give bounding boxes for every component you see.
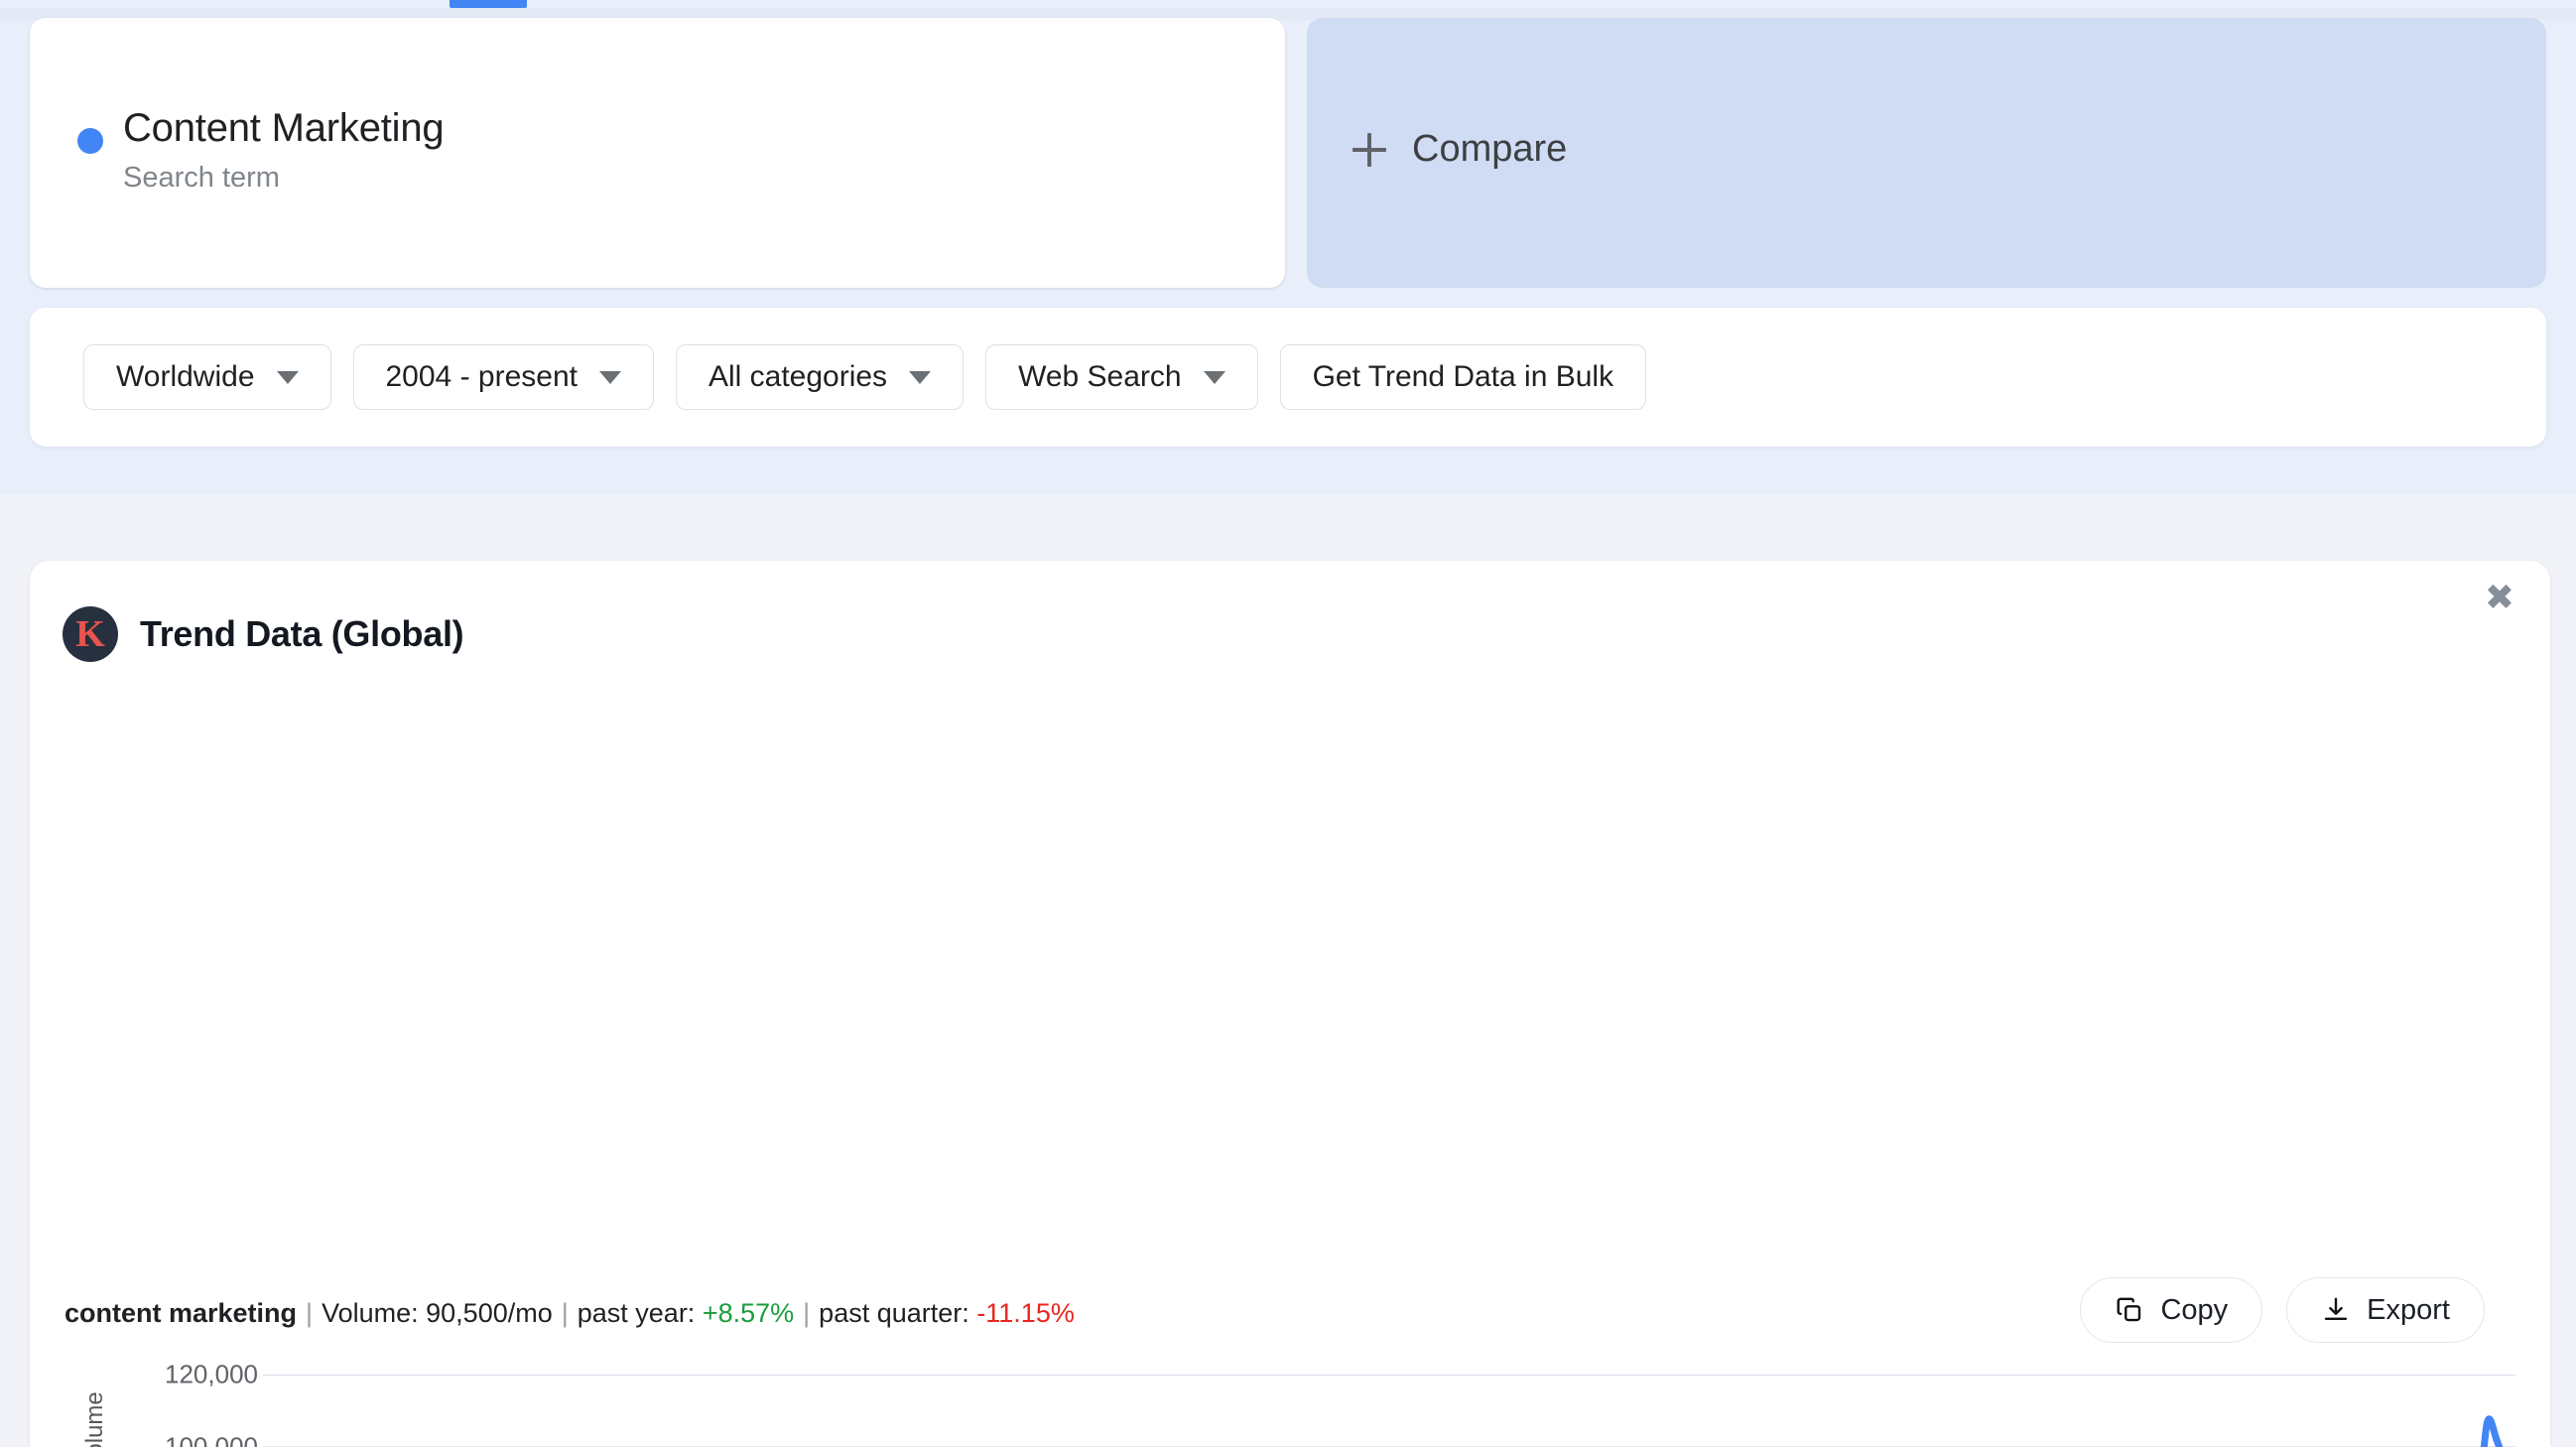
chevron-down-icon (1203, 370, 1225, 384)
panel-title: Trend Data (Global) (140, 613, 464, 654)
stat-volume-label: Volume: (322, 1298, 419, 1328)
filter-timerange-label: 2004 - present (385, 360, 578, 393)
stat-past-year-label: past year: (577, 1298, 696, 1328)
chevron-down-icon (909, 370, 932, 384)
close-icon[interactable]: ✖ (2485, 581, 2514, 616)
filter-bar: Worldwide 2004 - present All categories … (30, 308, 2546, 447)
stat-volume-value: 90,500/mo (426, 1298, 553, 1328)
filter-category-label: All categories (708, 360, 888, 393)
series-color-dot (77, 128, 103, 154)
stat-sep: | (803, 1298, 811, 1328)
y-axis-tick-label: 120,000 (165, 1359, 258, 1389)
filter-category[interactable]: All categories (675, 344, 965, 410)
compare-card[interactable]: Compare (1307, 18, 2546, 288)
panel-header: K Trend Data (Global) (63, 606, 464, 662)
panel-actions: Copy Export (2080, 1277, 2485, 1343)
filter-search-type-label: Web Search (1018, 360, 1182, 393)
stat-keyword: content marketing (64, 1298, 298, 1328)
get-trend-data-in-bulk-label: Get Trend Data in Bulk (1312, 360, 1614, 393)
search-term-type: Search term (123, 162, 280, 194)
download-icon (2321, 1295, 2351, 1325)
trend-line (263, 1419, 2515, 1447)
trend-chart: Search Volume 120,000100,00080,00060,000… (30, 1360, 2550, 1447)
search-term-name: Content Marketing (123, 106, 445, 150)
compare-label: Compare (1412, 128, 1568, 170)
filter-timerange[interactable]: 2004 - present (352, 344, 654, 410)
y-axis-tick-label: 100,000 (165, 1431, 258, 1447)
trends-header-area: Content Marketing Search term Compare Wo… (0, 0, 2576, 494)
stat-sep: | (561, 1298, 569, 1328)
active-tab-indicator[interactable] (450, 0, 527, 8)
filter-location-label: Worldwide (116, 360, 255, 393)
plot-area (263, 1375, 2515, 1447)
search-terms-row: Content Marketing Search term Compare (30, 18, 2546, 288)
stat-sep: | (306, 1298, 314, 1328)
chevron-down-icon (276, 370, 299, 384)
stat-past-year-value: +8.57% (702, 1298, 795, 1328)
trend-line-svg (263, 1375, 2515, 1447)
trend-data-panel: ✖ K Trend Data (Global) content marketin… (30, 561, 2550, 1447)
app-root: Content Marketing Search term Compare Wo… (0, 0, 2576, 1447)
chevron-down-icon (598, 370, 621, 384)
export-label: Export (2367, 1293, 2450, 1326)
copy-label: Copy (2160, 1293, 2229, 1326)
plus-icon (1352, 132, 1386, 167)
keyword-stats-line: content marketing | Volume: 90,500/mo | past… (64, 1298, 1075, 1329)
export-button[interactable]: Export (2286, 1277, 2485, 1343)
compare-card-inner: Compare (1352, 128, 1567, 171)
stat-past-quarter-value: -11.15% (976, 1298, 1075, 1328)
get-trend-data-in-bulk-button[interactable]: Get Trend Data in Bulk (1279, 344, 1647, 410)
y-axis-ticks: 120,000100,00080,00060,00040,00020,0000 (79, 1360, 258, 1447)
copy-button[interactable]: Copy (2080, 1277, 2263, 1343)
keywords-everywhere-logo: K (63, 606, 118, 662)
search-term-card[interactable]: Content Marketing Search term (30, 18, 1285, 288)
copy-icon (2115, 1295, 2144, 1325)
stat-past-quarter-label: past quarter: (819, 1298, 969, 1328)
filter-search-type[interactable]: Web Search (985, 344, 1258, 410)
filter-location[interactable]: Worldwide (83, 344, 331, 410)
